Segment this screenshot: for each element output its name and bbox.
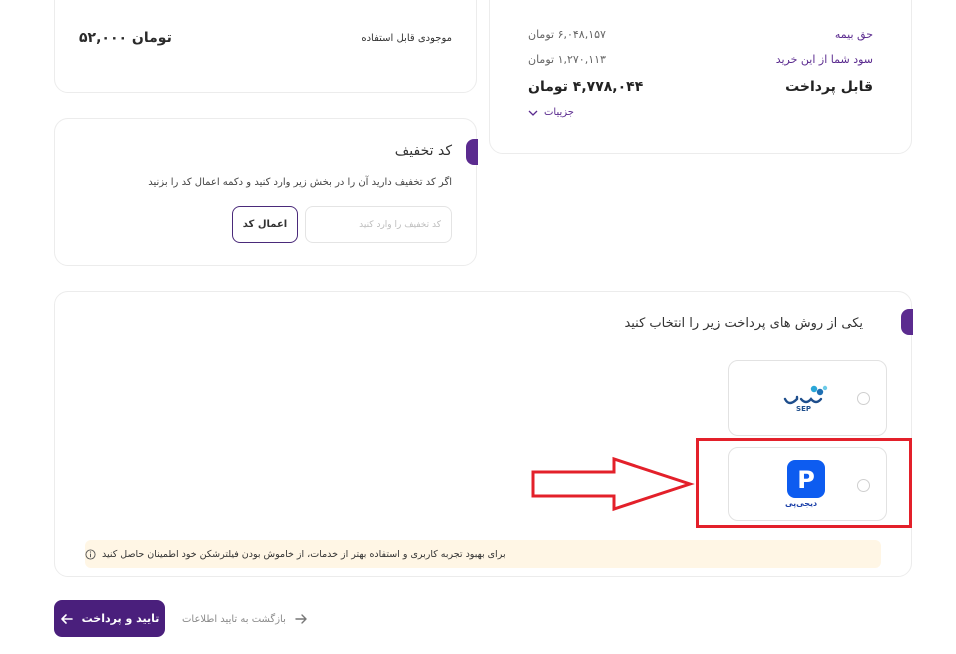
vpn-notice-banner: برای بهبود تجربه کاربری و استفاده بهتر ا… bbox=[85, 540, 881, 568]
payment-methods-title: یکی از روش های پرداخت زیر را انتخاب کنید bbox=[624, 316, 863, 331]
details-toggle[interactable]: جزییات bbox=[528, 107, 574, 118]
insurance-label: حق بیمه bbox=[834, 28, 873, 41]
order-summary-card: حق بیمه ۶,۰۴۸,۱۵۷ تومان سود شما از این خ… bbox=[489, 0, 912, 154]
chevron-down-icon bbox=[528, 110, 538, 116]
details-label: جزییات bbox=[544, 107, 574, 118]
payment-method-sep[interactable]: SEP bbox=[728, 360, 887, 436]
annotation-arrow-icon bbox=[531, 456, 695, 512]
payment-methods-card: یکی از روش های پرداخت زیر را انتخاب کنید… bbox=[54, 291, 913, 577]
confirm-and-pay-button[interactable]: تایید و پرداخت bbox=[54, 600, 165, 637]
notice-text: برای بهبود تجربه کاربری و استفاده بهتر ا… bbox=[102, 548, 506, 560]
wallet-balance-card: ۵۲,۰۰۰ تومان موجودی قابل استفاده bbox=[54, 0, 477, 93]
back-to-info-link[interactable]: بازگشت به تایید اطلاعات bbox=[182, 612, 308, 626]
payable-label: قابل پرداخت bbox=[785, 79, 873, 95]
profit-row: سود شما از این خرید ۱,۲۷۰,۱۱۳ تومان bbox=[528, 53, 873, 71]
discount-card: کد تخفیف اگر کد تخفیف دارید آن را در بخش… bbox=[54, 118, 478, 266]
back-label: بازگشت به تایید اطلاعات bbox=[182, 613, 286, 625]
section-accent-tab bbox=[466, 139, 478, 165]
discount-description: اگر کد تخفیف دارید آن را در بخش زیر وارد… bbox=[148, 177, 452, 188]
discount-code-input[interactable] bbox=[305, 206, 452, 243]
sep-radio[interactable] bbox=[857, 392, 870, 405]
payable-value: ۴,۷۷۸,۰۴۴ تومان bbox=[528, 79, 644, 95]
payable-row: قابل پرداخت ۴,۷۷۸,۰۴۴ تومان bbox=[528, 79, 873, 97]
svg-text:SEP: SEP bbox=[796, 405, 811, 413]
sep-logo-icon: SEP bbox=[783, 385, 828, 413]
arrow-left-icon bbox=[60, 613, 73, 624]
arrow-right-icon bbox=[295, 614, 307, 624]
profit-label: سود شما از این خرید bbox=[775, 53, 873, 66]
wallet-balance-label: موجودی قابل استفاده bbox=[361, 33, 452, 44]
annotation-highlight-box bbox=[696, 438, 912, 528]
section-accent-tab bbox=[901, 309, 913, 335]
insurance-row: حق بیمه ۶,۰۴۸,۱۵۷ تومان bbox=[528, 28, 873, 46]
apply-discount-button[interactable]: اعمال کد bbox=[232, 206, 298, 243]
wallet-balance-amount: ۵۲,۰۰۰ تومان bbox=[79, 30, 172, 46]
profit-value: ۱,۲۷۰,۱۱۳ تومان bbox=[528, 53, 606, 66]
confirm-label: تایید و پرداخت bbox=[81, 612, 160, 625]
discount-title: کد تخفیف bbox=[394, 143, 452, 159]
info-icon bbox=[85, 548, 96, 560]
insurance-value: ۶,۰۴۸,۱۵۷ تومان bbox=[528, 28, 606, 41]
